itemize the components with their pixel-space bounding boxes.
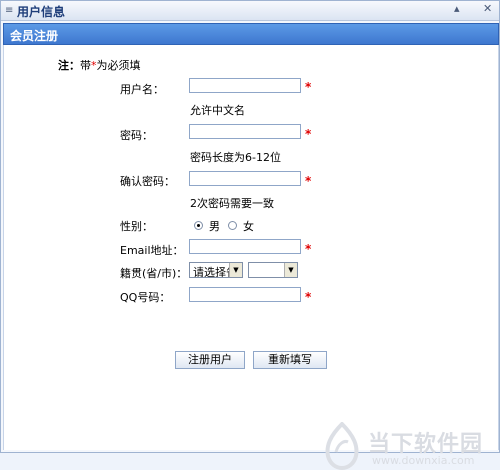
qq-input[interactable]: [189, 287, 301, 302]
password-label: 密码：: [120, 129, 153, 142]
email-label: Email地址：: [120, 244, 184, 257]
collapse-icon[interactable]: ▴: [454, 2, 460, 15]
chevron-down-icon: ▼: [229, 263, 242, 277]
username-label: 用户名：: [120, 83, 164, 96]
confirm-required-star: *: [305, 174, 312, 188]
watermark-url: www.downxia.com: [372, 454, 475, 467]
required-note: 注：带*为必须填: [58, 57, 141, 73]
qq-required-star: *: [305, 290, 312, 304]
confirm-password-input[interactable]: [189, 171, 301, 186]
chevron-down-icon: ▼: [284, 263, 297, 277]
password-hint: 密码长度为6-12位: [190, 151, 281, 164]
email-input[interactable]: [189, 239, 301, 254]
email-required-star: *: [305, 242, 312, 256]
note-text-b: 为必须填: [96, 59, 141, 72]
grip-icon: ≡: [5, 5, 14, 16]
username-hint: 允许中文名: [190, 104, 245, 117]
gender-male-label: 男: [209, 220, 220, 233]
username-input[interactable]: [189, 78, 301, 93]
close-icon[interactable]: ✕: [483, 2, 492, 15]
province-select[interactable]: 请选择省 ▼: [189, 262, 243, 278]
section-header: 会员注册: [3, 23, 499, 45]
password-required-star: *: [305, 127, 312, 141]
gender-label: 性别：: [120, 220, 153, 233]
gender-female-label: 女: [243, 220, 254, 233]
downxia-logo-icon: [325, 422, 359, 470]
native-place-label: 籍贯(省/市)：: [120, 267, 188, 280]
registration-form: 注：带*为必须填 用户名： * 允许中文名 密码： * 密码长度为6-12位 确…: [3, 45, 499, 470]
confirm-password-label: 确认密码：: [120, 175, 175, 188]
user-info-window: ≡ 用户信息 ▴ ✕ 会员注册 注：带*为必须填 用户名： * 允许中文名 密码…: [0, 0, 500, 470]
window-title: 用户信息: [17, 5, 66, 19]
qq-label: QQ号码：: [120, 291, 171, 304]
gender-male-radio[interactable]: [194, 221, 203, 230]
city-select[interactable]: ▼: [248, 262, 298, 278]
confirm-password-hint: 2次密码需要一致: [190, 197, 274, 210]
title-bar: ≡ 用户信息 ▴ ✕: [1, 1, 499, 21]
section-title: 会员注册: [10, 29, 59, 43]
password-input[interactable]: [189, 124, 301, 139]
reset-button[interactable]: 重新填写: [253, 351, 327, 369]
username-required-star: *: [305, 80, 312, 94]
register-button[interactable]: 注册用户: [175, 351, 245, 369]
note-prefix: 注：: [58, 59, 80, 72]
gender-female-radio[interactable]: [228, 221, 237, 230]
note-text-a: 带: [80, 59, 91, 72]
